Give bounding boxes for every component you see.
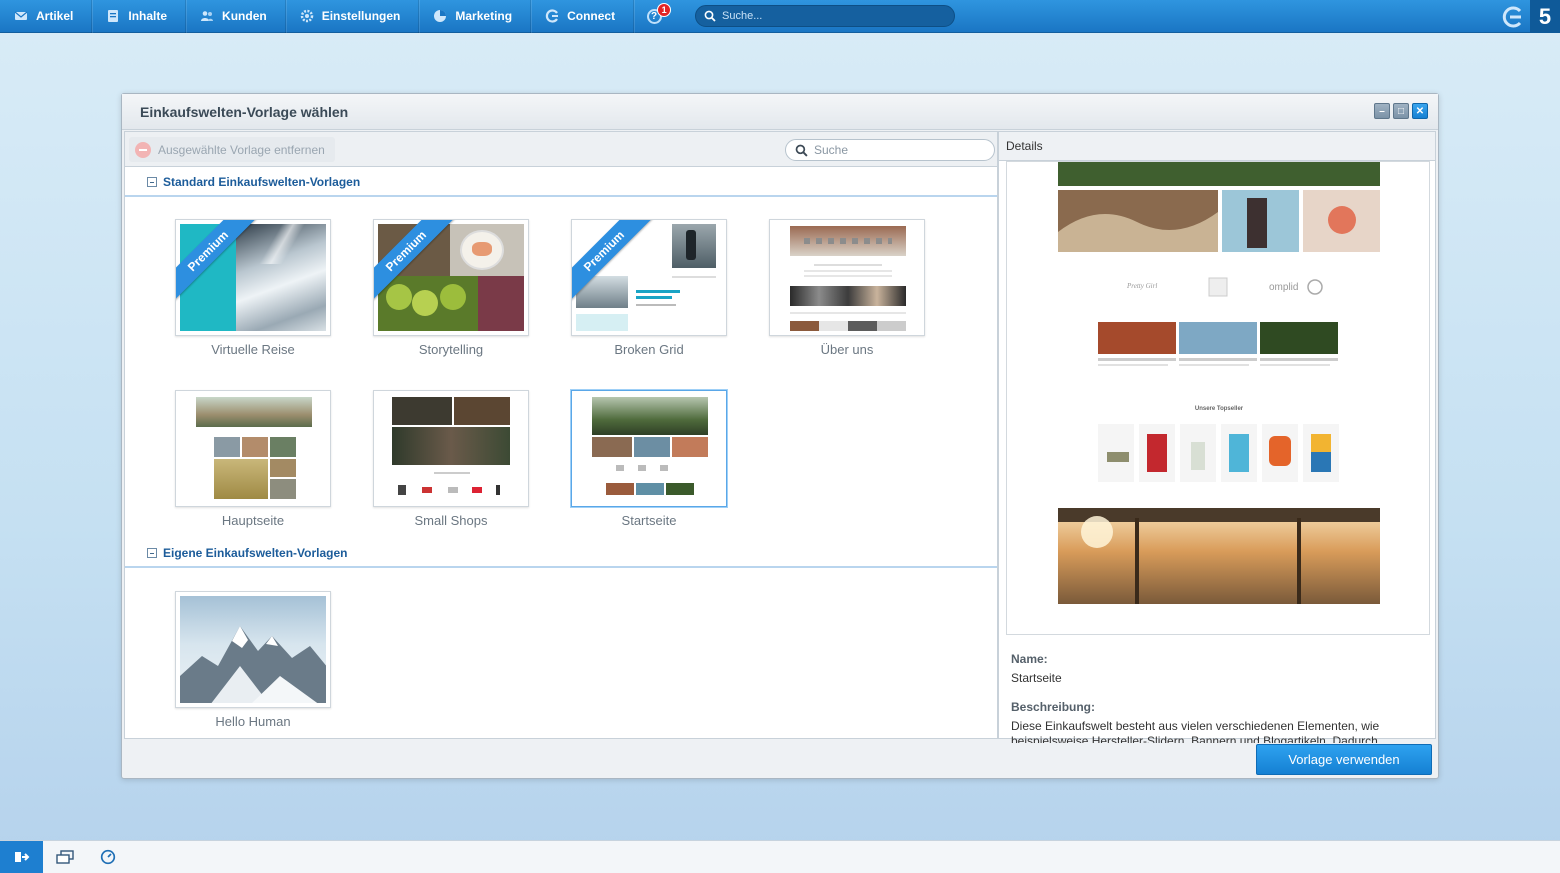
template-tile-hello-human[interactable]: Hello Human	[175, 591, 331, 729]
template-thumbnail[interactable]	[769, 219, 925, 336]
nav-inhalte[interactable]: Inhalte	[92, 0, 187, 33]
nav-einstellungen-label: Einstellungen	[321, 9, 401, 23]
mail-icon	[14, 11, 28, 20]
group-title-standard: Standard Einkaufswelten-Vorlagen	[163, 174, 361, 189]
template-tile-broken-grid[interactable]: Premium Broken Grid	[571, 219, 727, 357]
logout-button[interactable]	[0, 840, 43, 873]
nav-kunden-label: Kunden	[222, 9, 267, 23]
template-tile-hauptseite[interactable]: Hauptseite	[175, 390, 331, 528]
users-icon	[201, 11, 214, 21]
description-value: Diese Einkaufswelt besteht aus vielen ve…	[1011, 719, 1380, 743]
logout-icon	[14, 852, 29, 862]
bottom-taskbar	[0, 840, 1560, 873]
use-template-button[interactable]: Vorlage verwenden	[1256, 744, 1432, 775]
mountain-image	[180, 626, 326, 703]
maximize-button[interactable]: □	[1393, 103, 1409, 119]
preview-image: Pretty Girl omplid Unsere Topseller	[1058, 162, 1380, 604]
template-thumbnail[interactable]	[175, 591, 331, 708]
template-name: Hello Human	[215, 714, 291, 729]
nav-artikel-label: Artikel	[36, 9, 74, 23]
group-header-eigene[interactable]: Eigene Einkaufswelten-Vorlagen	[125, 539, 997, 568]
group-title-eigene: Eigene Einkaufswelten-Vorlagen	[163, 545, 348, 560]
gear-icon	[300, 9, 313, 23]
search-icon	[795, 144, 808, 157]
template-dialog: Einkaufswelten-Vorlage wählen – □ ✕ Ausg…	[121, 93, 1439, 779]
template-tile-virtuelle-reise[interactable]: Premium Virtuelle Reise	[175, 219, 331, 357]
windows-button[interactable]	[43, 841, 86, 873]
version-five-icon[interactable]: 5	[1530, 0, 1560, 33]
remove-template-button[interactable]: Ausgewählte Vorlage entfernen	[129, 137, 335, 162]
template-name: Small Shops	[414, 513, 488, 528]
details-panel: Details Pretty Girl omplid Unsere Topsel…	[998, 131, 1436, 743]
nav-kunden[interactable]: Kunden	[186, 0, 286, 33]
template-name: Storytelling	[418, 342, 484, 357]
details-header: Details	[999, 132, 1435, 161]
list-toolbar: Ausgewählte Vorlage entfernen	[125, 132, 997, 167]
template-tile-storytelling[interactable]: Premium Storytelling	[373, 219, 529, 357]
top-navigation-bar: Artikel Inhalte Kunden Einstellungen Mar…	[0, 0, 1560, 33]
description-label: Beschreibung:	[1011, 700, 1096, 714]
template-search[interactable]	[785, 139, 995, 161]
global-search[interactable]	[695, 5, 955, 27]
connect-icon	[545, 9, 559, 23]
template-list-panel: Ausgewählte Vorlage entfernen Standard E…	[124, 131, 998, 739]
minimize-button[interactable]: –	[1374, 103, 1390, 119]
group-header-standard[interactable]: Standard Einkaufswelten-Vorlagen	[125, 168, 997, 197]
preview-section-title: Unsere Topseller	[1195, 406, 1244, 412]
help-button[interactable]: ? 1	[634, 0, 674, 33]
template-thumbnail[interactable]	[175, 390, 331, 507]
nav-artikel[interactable]: Artikel	[0, 0, 93, 33]
template-name: Hauptseite	[221, 513, 285, 528]
template-thumbnail[interactable]	[373, 390, 529, 507]
template-name: Broken Grid	[614, 342, 684, 357]
template-tile-startseite[interactable]: Startseite	[571, 390, 727, 528]
template-preview: Pretty Girl omplid Unsere Topseller	[1006, 161, 1430, 635]
global-search-input[interactable]	[722, 10, 942, 22]
template-thumbnail[interactable]: Premium	[571, 219, 727, 336]
dialog-titlebar: Einkaufswelten-Vorlage wählen – □ ✕	[122, 94, 1438, 130]
template-name: Startseite	[621, 513, 677, 528]
template-meta: Name: Startseite Beschreibung: Diese Ein…	[1011, 652, 1421, 757]
search-icon	[704, 10, 716, 22]
name-value: Startseite	[1011, 671, 1062, 685]
speedometer-icon	[100, 849, 115, 865]
shopware-logo-icon	[1502, 6, 1522, 28]
template-name: Über uns	[820, 342, 874, 357]
template-search-input[interactable]	[814, 143, 984, 157]
notification-badge: 1	[657, 2, 672, 17]
template-tile-small-shops[interactable]: Small Shops	[373, 390, 529, 528]
remove-template-label: Ausgewählte Vorlage entfernen	[158, 142, 325, 157]
preview-logo-2: omplid	[1269, 282, 1298, 293]
nav-connect[interactable]: Connect	[531, 0, 635, 33]
preview-logo-1: Pretty Girl	[1126, 282, 1157, 290]
nav-marketing-label: Marketing	[455, 9, 513, 23]
collapse-icon[interactable]	[147, 547, 157, 558]
close-button[interactable]: ✕	[1412, 103, 1428, 119]
template-name: Virtuelle Reise	[211, 342, 295, 357]
document-icon	[108, 10, 119, 22]
nav-einstellungen[interactable]: Einstellungen	[286, 0, 420, 33]
remove-icon	[135, 141, 151, 158]
windows-icon	[55, 850, 74, 864]
template-thumbnail[interactable]	[571, 390, 727, 507]
template-tile-ueber-uns[interactable]: Über uns	[769, 219, 925, 357]
collapse-icon[interactable]	[147, 176, 157, 187]
dialog-title: Einkaufswelten-Vorlage wählen	[140, 104, 349, 120]
dashboard-button[interactable]	[86, 841, 129, 873]
name-label: Name:	[1011, 652, 1048, 666]
nav-connect-label: Connect	[567, 9, 616, 23]
template-thumbnail[interactable]: Premium	[373, 219, 529, 336]
pie-chart-icon	[434, 10, 447, 22]
nav-inhalte-label: Inhalte	[128, 9, 168, 23]
nav-marketing[interactable]: Marketing	[419, 0, 532, 33]
template-thumbnail[interactable]: Premium	[175, 219, 331, 336]
